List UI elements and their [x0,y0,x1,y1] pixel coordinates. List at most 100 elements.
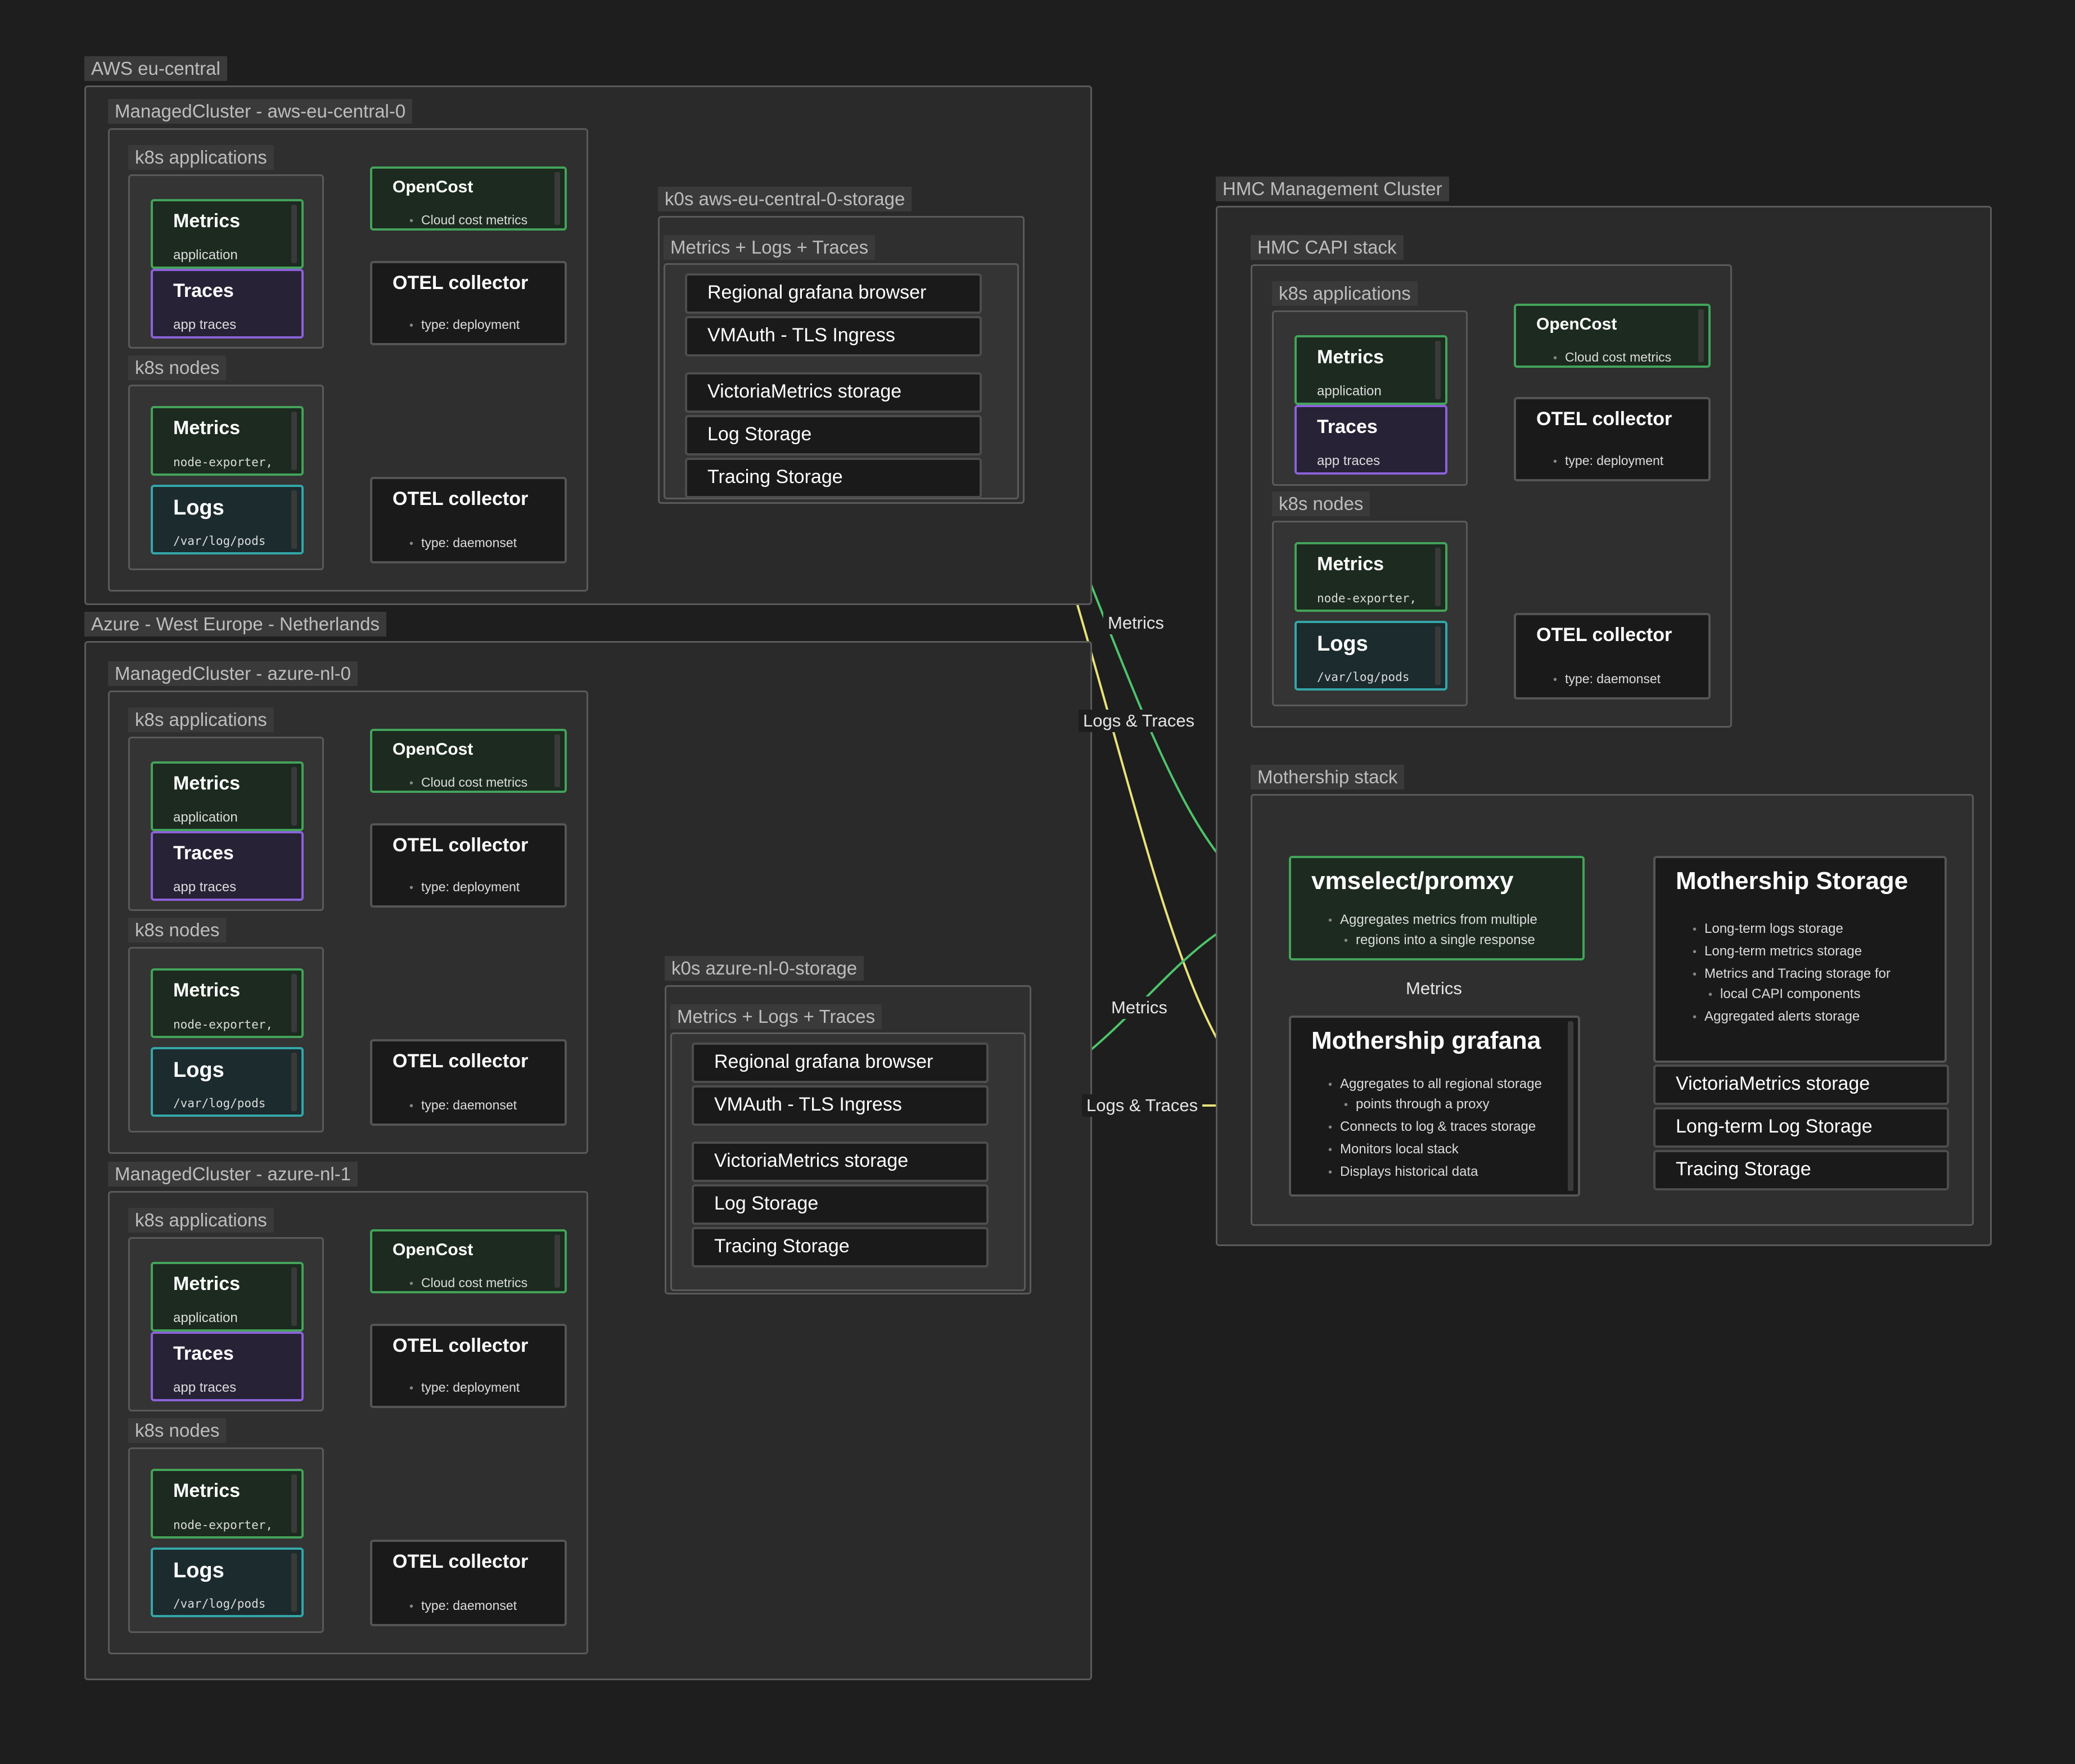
node-bullet: type: daemonset [409,535,517,551]
node-title: OpenCost [393,178,473,196]
node-subtitle: /var/log/pods [1317,670,1410,684]
node-bullet: type: deployment [409,879,520,895]
node-subtitle: /var/log/pods [173,1097,266,1110]
group-label-hmc-capi: HMC CAPI stack [1251,235,1404,260]
node-bullet-cont: regions into a single response [1344,932,1535,948]
node-title: OTEL collector [393,1050,529,1072]
node-bullet: type: daemonset [1553,671,1661,687]
azure1-traces-node[interactable]: Traces app traces [151,1332,304,1401]
azure0-metrics-node-exporter[interactable]: Metrics node-exporter, [151,968,304,1038]
node-title: Traces [173,842,234,864]
scroll-bar [291,205,297,263]
azure-vmauth[interactable]: VMAuth - TLS Ingress [692,1085,989,1126]
node-title: OpenCost [1536,315,1617,333]
node-bullet: Displays historical data [1328,1164,1478,1180]
node-title: OTEL collector [393,834,529,856]
node-bullet: Monitors local stack [1328,1142,1459,1157]
group-label-azure-storage: k0s azure-nl-0-storage [665,956,864,981]
hmc-logs-node[interactable]: Logs/var/log/pods [1294,621,1447,691]
azure-grafana-browser[interactable]: Regional grafana browser [692,1043,989,1083]
node-bullet: Aggregates metrics from multiple [1328,912,1537,928]
node-bullet: Long-term logs storage [1693,921,1843,937]
node-subtitle: app traces [173,317,237,332]
scroll-bar [291,767,297,825]
azure0-logs-node[interactable]: Logs/var/log/pods [151,1047,304,1117]
scroll-bar [554,1235,560,1288]
aws-logs-node[interactable]: Logs/var/log/pods [151,485,304,554]
node-subtitle: node-exporter, [173,1518,273,1532]
node-bullet: type: deployment [1553,453,1663,468]
scroll-bar [291,1553,297,1612]
mothership-grafana-node[interactable]: Mothership grafana Aggregates to all reg… [1289,1016,1580,1197]
azure0-metrics-app-node[interactable]: Metrics application [151,761,304,831]
node-title: OpenCost [393,740,473,759]
aws-metrics-node-exporter[interactable]: Metrics node-exporter, [151,406,304,476]
group-label-azure-mlt: Metrics + Logs + Traces [670,1004,882,1029]
node-title: OTEL collector [393,272,529,294]
azure1-metrics-app-node[interactable]: Metrics application [151,1262,304,1332]
hmc-metrics-app-node[interactable]: Metrics application [1294,335,1447,405]
hmc-opencost-node[interactable]: OpenCost Cloud cost metrics [1514,304,1711,368]
node-title: Metrics [173,1273,241,1294]
azure1-logs-node[interactable]: Logs/var/log/pods [151,1548,304,1617]
node-title: Logs [173,496,224,520]
node-title: OTEL collector [393,1335,529,1356]
group-label-azure0-nodes: k8s nodes [128,918,227,942]
aws-otel-daemonset-node[interactable]: OTEL collector type: daemonset [370,477,567,563]
azure1-otel-deployment-node[interactable]: OTEL collector type: deployment [370,1324,567,1408]
azure-vm-storage[interactable]: VictoriaMetrics storage [692,1142,989,1182]
mothership-storage-node[interactable]: Mothership Storage Long-term logs storag… [1653,856,1947,1063]
azure0-traces-node[interactable]: Traces app traces [151,831,304,901]
aws-vmauth[interactable]: VMAuth - TLS Ingress [685,316,982,357]
node-bullet: Cloud cost metrics [409,1275,527,1291]
group-label-hmc: HMC Management Cluster [1216,177,1449,201]
edge-label-metrics-grafana: Metrics [1401,977,1467,1000]
azure0-otel-daemonset-node[interactable]: OTEL collector type: daemonset [370,1039,567,1126]
node-bullet: Metrics and Tracing storage for [1693,966,1891,982]
node-subtitle: /var/log/pods [173,1597,266,1610]
node-title: Metrics [173,417,241,439]
azure0-opencost-node[interactable]: OpenCost Cloud cost metrics [370,729,567,793]
azure0-otel-deployment-node[interactable]: OTEL collector type: deployment [370,823,567,908]
node-title: vmselect/promxy [1311,867,1514,895]
aws-tracing-storage[interactable]: Tracing Storage [685,458,982,498]
node-title: OTEL collector [393,488,529,509]
aws-opencost-node[interactable]: OpenCost Cloud cost metrics [370,166,567,231]
bullet-continuation: local CAPI components [1720,986,1861,1001]
aws-metrics-app-node[interactable]: Metrics application [151,199,304,269]
node-title: Logs [173,1559,224,1582]
mothership-lt-log-storage[interactable]: Long-term Log Storage [1653,1107,1949,1148]
scroll-bar [291,1267,297,1326]
aws-otel-deployment-node[interactable]: OTEL collector type: deployment [370,261,567,345]
node-title: Logs [1317,632,1368,656]
group-label-azure1-nodes: k8s nodes [128,1418,227,1443]
vmselect-promxy-node[interactable]: vmselect/promxy Aggregates metrics from … [1289,856,1585,960]
hmc-otel-deployment-node[interactable]: OTEL collector type: deployment [1514,397,1711,481]
hmc-traces-node[interactable]: Traces app traces [1294,405,1447,475]
bullet-continuation: regions into a single response [1356,932,1535,948]
node-subtitle: node-exporter, [173,455,273,469]
node-subtitle: app traces [1317,453,1381,468]
node-subtitle: node-exporter, [173,1018,273,1031]
azure-log-storage[interactable]: Log Storage [692,1184,989,1225]
aws-grafana-browser[interactable]: Regional grafana browser [685,273,982,314]
azure1-otel-daemonset-node[interactable]: OTEL collector type: daemonset [370,1540,567,1626]
group-label-aws-mc: ManagedCluster - aws-eu-central-0 [108,99,413,124]
scroll-bar [291,412,297,470]
node-title: Metrics [1317,346,1384,368]
aws-traces-node[interactable]: Traces app traces [151,269,304,339]
node-subtitle: app traces [173,1380,237,1395]
edge-label-logs-traces-aws: Logs & Traces [1079,710,1199,732]
mothership-tracing-storage[interactable]: Tracing Storage [1653,1150,1949,1190]
hmc-metrics-node-exporter[interactable]: Metrics node-exporter, [1294,542,1447,612]
azure1-metrics-node-exporter[interactable]: Metrics node-exporter, [151,1469,304,1539]
scroll-bar [291,490,297,549]
mothership-vm-storage[interactable]: VictoriaMetrics storage [1653,1064,1949,1105]
azure-tracing-storage[interactable]: Tracing Storage [692,1227,989,1267]
aws-vm-storage[interactable]: VictoriaMetrics storage [685,372,982,413]
architecture-diagram: { "groups": { "aws": "AWS eu-central", "… [0,0,2075,1764]
hmc-otel-daemonset-node[interactable]: OTEL collector type: daemonset [1514,613,1711,700]
aws-log-storage[interactable]: Log Storage [685,415,982,455]
node-title: Traces [173,1343,234,1364]
azure1-opencost-node[interactable]: OpenCost Cloud cost metrics [370,1229,567,1293]
